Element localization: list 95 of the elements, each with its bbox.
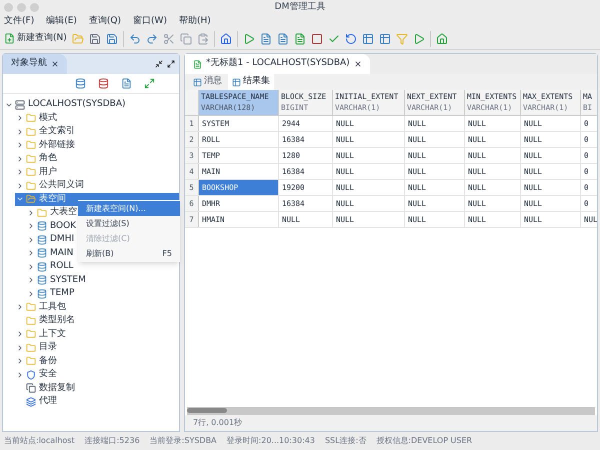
close-icon[interactable] — [51, 60, 59, 68]
database-icon — [37, 234, 47, 245]
close-icon[interactable] — [354, 60, 362, 68]
step-icon[interactable] — [412, 32, 425, 44]
tree-item[interactable]: 工具包 — [39, 300, 66, 314]
folder-icon — [26, 140, 36, 150]
folder-icon — [26, 180, 36, 191]
tree-item[interactable]: 表空间 — [39, 192, 66, 206]
database-icon[interactable] — [98, 78, 109, 89]
editor-tab[interactable]: *无标题1 - LOCALHOST(SYSDBA) — [185, 54, 370, 74]
table-icon[interactable] — [362, 32, 374, 44]
folder-icon — [37, 208, 47, 218]
tree-item[interactable]: BOOK — [50, 220, 76, 233]
tree-item[interactable]: 安全 — [39, 368, 57, 382]
shield-icon — [26, 370, 36, 380]
result-tab[interactable]: 消息 — [189, 74, 226, 90]
copy-icon — [26, 383, 36, 394]
tree-item[interactable]: 公共同义词 — [39, 179, 84, 192]
menu-item[interactable]: 窗口(W) — [133, 14, 167, 28]
table-icon — [193, 78, 202, 86]
tree-item[interactable]: 备份 — [39, 354, 57, 368]
new-file-icon — [4, 33, 15, 44]
status-item: 当前站点:localhost — [4, 435, 75, 447]
home-icon[interactable] — [220, 32, 232, 44]
open-folder-icon — [26, 194, 36, 204]
result-summary: 7行, 0.001秒 — [193, 417, 242, 429]
tree-item[interactable]: SYSTEM — [50, 274, 86, 287]
document-icon[interactable] — [276, 32, 289, 44]
minimize-icon[interactable] — [155, 60, 163, 68]
tree-item[interactable]: 模式 — [39, 112, 57, 125]
menu-item[interactable]: 文件(F) — [4, 14, 34, 28]
tree-item[interactable]: 上下文 — [39, 328, 66, 341]
folder-icon — [26, 167, 36, 178]
save-icon[interactable] — [106, 32, 118, 44]
stop-icon[interactable] — [310, 32, 323, 44]
database-icon — [37, 262, 47, 272]
undo-icon[interactable] — [128, 32, 141, 44]
play-icon[interactable] — [242, 32, 255, 44]
table-icon — [232, 78, 241, 86]
edit-icon[interactable] — [121, 78, 132, 89]
folder-icon — [26, 329, 36, 340]
folder-icon — [26, 113, 36, 124]
tree-item[interactable]: 全文索引 — [39, 125, 75, 138]
rollback-icon[interactable] — [344, 32, 357, 44]
database-icon — [37, 221, 47, 232]
status-item: 当前登录:SYSDBA — [150, 435, 217, 447]
database-icon[interactable] — [75, 78, 86, 89]
menu-item[interactable]: 设置过滤(S) — [78, 216, 180, 231]
navigator-tab[interactable]: 对象导航 — [3, 54, 67, 74]
menu-item[interactable]: 刷新(B) F5 — [78, 246, 180, 261]
expand-icon[interactable] — [144, 78, 155, 89]
tree-item[interactable]: 目录 — [39, 341, 57, 354]
home-icon[interactable] — [436, 32, 448, 44]
table-icon[interactable] — [378, 32, 391, 44]
tree-item[interactable]: ROLL — [50, 260, 74, 274]
folder-icon — [26, 342, 36, 353]
new-query-button[interactable]: 新建查询(N) — [4, 32, 67, 46]
layers-icon — [26, 396, 36, 407]
tree-item[interactable]: 角色 — [39, 152, 57, 166]
database-icon — [37, 288, 47, 299]
document-icon — [193, 60, 202, 68]
tree-item[interactable]: MAIN — [50, 246, 74, 260]
menu-item[interactable]: 新建表空间(N)... — [78, 201, 180, 216]
document-icon[interactable] — [260, 32, 272, 44]
folder-icon — [26, 302, 36, 312]
menu-item[interactable]: 编辑(E) — [46, 14, 77, 28]
status-item: 连接端口:5236 — [84, 435, 140, 447]
maximize-icon[interactable] — [167, 60, 175, 68]
window-title: DM管理工具 — [274, 0, 326, 14]
result-tab[interactable]: 结果集 — [228, 74, 274, 90]
redo-icon[interactable] — [146, 32, 158, 44]
database-icon — [37, 275, 47, 286]
folder-icon — [26, 356, 36, 366]
tree-item[interactable]: 代理 — [39, 395, 57, 408]
document-icon[interactable] — [294, 32, 306, 44]
tree-item[interactable]: DMHI — [50, 233, 74, 246]
tree-item[interactable]: LOCALHOST(SYSDBA) — [28, 98, 126, 112]
status-item: 登录时间:20...10:30:43 — [226, 435, 315, 447]
tree-item[interactable]: 外部链接 — [39, 138, 75, 152]
folder-icon — [26, 316, 36, 326]
menu-item[interactable]: 帮助(H) — [178, 14, 211, 28]
tree-item[interactable]: 大表空 — [50, 206, 77, 220]
tree-item[interactable]: 类型别名 — [39, 314, 75, 328]
tree-item[interactable]: 数据复制 — [39, 382, 75, 395]
check-icon[interactable] — [328, 32, 340, 44]
tree-item[interactable]: TEMP — [50, 287, 74, 300]
save-icon[interactable] — [88, 32, 101, 44]
folder-icon — [26, 154, 36, 164]
status-item: SSL连接:否 — [324, 435, 366, 447]
server-icon — [15, 100, 25, 110]
status-item: 授权信息:DEVELOP USER — [376, 435, 472, 447]
tree-item[interactable]: 用户 — [39, 166, 57, 179]
menu-item[interactable]: 查询(Q) — [88, 14, 122, 28]
database-icon — [37, 248, 47, 258]
folder-icon — [26, 126, 36, 137]
